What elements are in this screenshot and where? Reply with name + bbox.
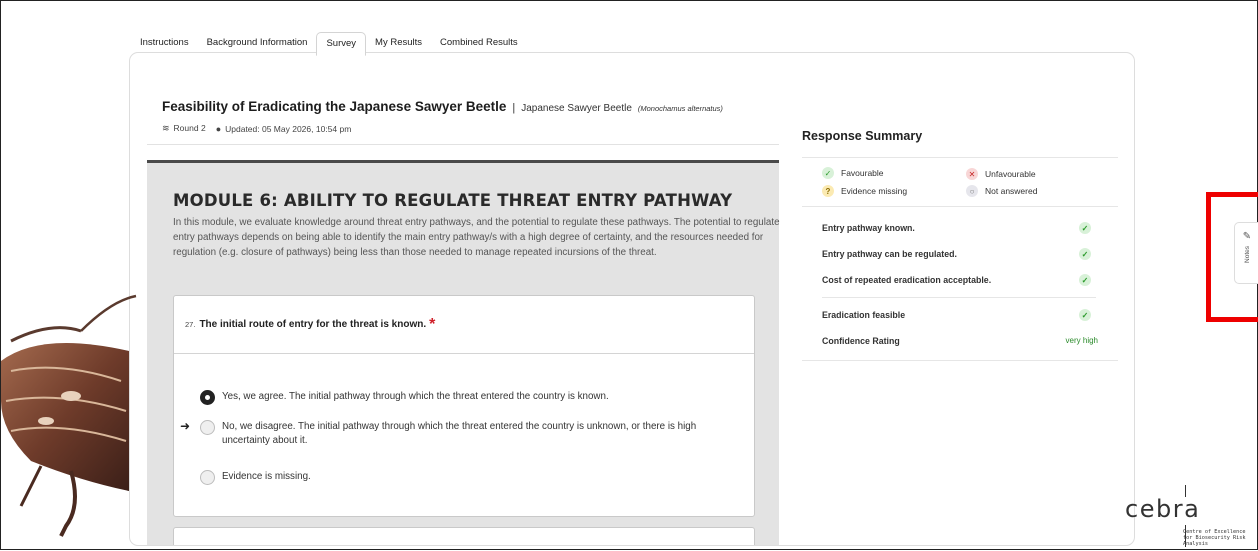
option-evidence-missing-label: Evidence is missing. <box>222 471 311 482</box>
tab-survey[interactable]: Survey <box>316 32 367 56</box>
tab-combined-results[interactable]: Combined Results <box>431 32 527 54</box>
question-header: 27. The initial route of entry for the t… <box>174 296 754 354</box>
divider <box>147 144 779 145</box>
check-icon: ✓ <box>1079 274 1091 286</box>
next-question-card <box>173 527 755 545</box>
response-summary: Response Summary ✓ Favourable ✕ Unfavourab… <box>802 129 1118 361</box>
check-icon: ✓ <box>1079 248 1091 260</box>
survey-card: Feasibility of Eradicating the Japanese … <box>129 52 1135 546</box>
confidence-value: very high <box>1065 336 1098 345</box>
page-title-row: Feasibility of Eradicating the Japanese … <box>162 99 723 114</box>
response-summary-title: Response Summary <box>802 129 1118 158</box>
legend-unfavourable: ✕ Unfavourable <box>966 168 1036 180</box>
question-card: 27. The initial route of entry for the t… <box>173 295 755 517</box>
tab-bar: Instructions Background Information Surv… <box>131 32 527 56</box>
legend-favourable: ✓ Favourable <box>822 167 884 179</box>
module-panel: MODULE 6: ABILITY TO REGULATE THREAT ENT… <box>147 160 780 545</box>
title-separator: | <box>512 102 516 114</box>
summary-row: Cost of repeated eradication acceptable.… <box>802 267 1118 293</box>
check-icon: ✓ <box>1079 309 1091 321</box>
radio-disagree[interactable] <box>200 420 215 435</box>
tab-instructions[interactable]: Instructions <box>131 32 198 54</box>
option-evidence-missing[interactable]: Evidence is missing. <box>200 470 720 485</box>
legend-not-answered: ○ Not answered <box>966 185 1037 197</box>
updated-info: ● Updated: 05 May 2026, 10:54 pm <box>215 123 352 134</box>
tab-background-information[interactable]: Background Information <box>198 32 317 54</box>
option-disagree-label: No, we disagree. The initial pathway thr… <box>222 421 697 446</box>
summary-divider <box>822 297 1096 298</box>
tab-my-results[interactable]: My Results <box>366 32 431 54</box>
summary-row: Entry pathway can be regulated. ✓ <box>802 241 1118 267</box>
summary-legend: ✓ Favourable ✕ Unfavourable ? Evidence miss… <box>802 158 1118 207</box>
cross-icon: ✕ <box>966 168 978 180</box>
check-icon: ✓ <box>1079 222 1091 234</box>
round-info: ≋ Round 2 <box>162 123 206 133</box>
legend-evidence-missing: ? Evidence missing <box>822 185 907 197</box>
summary-row: Entry pathway known. ✓ <box>802 215 1118 241</box>
page-title: Feasibility of Eradicating the Japanese … <box>162 99 507 114</box>
question-number: 27. <box>185 320 196 329</box>
eradication-feasible-row: Eradication feasible ✓ <box>802 302 1118 328</box>
clock-icon: ● <box>215 123 222 134</box>
radio-agree[interactable] <box>200 390 215 405</box>
module-description: In this module, we evaluate knowledge ar… <box>173 217 780 258</box>
option-disagree[interactable]: ➜ No, we disagree. The initial pathway t… <box>180 419 720 448</box>
scientific-name: (Monochamus alternatus) <box>637 104 723 113</box>
check-icon: ✓ <box>822 167 834 179</box>
circle-icon: ○ <box>966 185 978 197</box>
cebra-logo: cebra Centre of Excellence for Biosecuri… <box>1125 485 1255 549</box>
subject-name: Japanese Sawyer Beetle <box>521 103 632 114</box>
beetle-illustration <box>1 294 137 537</box>
option-agree[interactable]: Yes, we agree. The initial pathway throu… <box>200 390 720 405</box>
highlight-box <box>1206 192 1258 322</box>
layers-icon: ≋ <box>162 123 170 133</box>
summary-divider <box>802 360 1118 361</box>
option-agree-label: Yes, we agree. The initial pathway throu… <box>222 391 609 402</box>
question-mark-icon: ? <box>822 185 834 197</box>
confidence-rating-row: Confidence Rating very high <box>822 336 1098 346</box>
radio-evidence-missing[interactable] <box>200 470 215 485</box>
arrow-right-icon: ➜ <box>180 419 191 433</box>
question-text: The initial route of entry for the threa… <box>199 319 427 330</box>
required-marker: * <box>429 315 436 333</box>
module-title: MODULE 6: ABILITY TO REGULATE THREAT ENT… <box>173 191 733 210</box>
survey-meta: ≋ Round 2 ● Updated: 05 May 2026, 10:54 pm <box>162 123 351 134</box>
logo-tagline: Centre of Excellence for Biosecurity Ris… <box>1183 529 1246 547</box>
logo-word: cebra <box>1125 495 1201 523</box>
